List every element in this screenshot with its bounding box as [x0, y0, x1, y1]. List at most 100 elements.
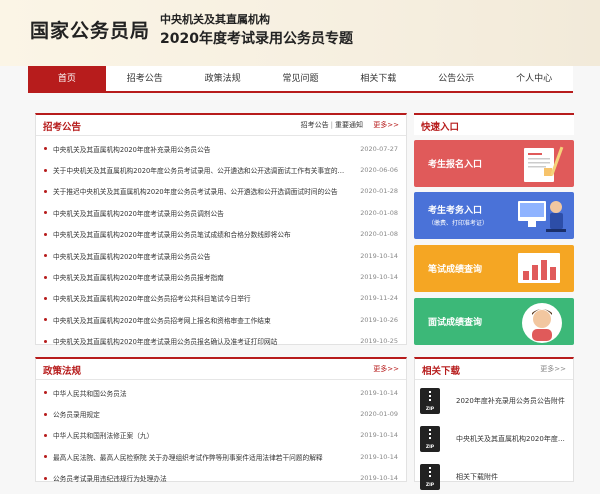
list-item-date: 2020-06-06 [360, 166, 398, 175]
bullet-dot [44, 232, 47, 236]
bullet-dot [44, 275, 47, 279]
nav-home[interactable]: 首页 [28, 66, 106, 91]
zip-file-icon: ZIP [420, 426, 440, 452]
list-item[interactable]: 公务员考试录用违纪违规行为处理办法 2019-10-14 [44, 468, 398, 489]
list-item-date: 2020-01-09 [360, 410, 398, 419]
list-item-date: 2020-01-08 [360, 208, 398, 217]
list-item-title[interactable]: 中华人民共和国公务员法 [53, 388, 350, 398]
exam-affairs-entry-label: 考生考务入口 [428, 206, 483, 216]
bullet-dot [44, 339, 47, 343]
policy-more-link[interactable]: 更多>> [373, 365, 399, 373]
written-score-query-button[interactable]: 笔试成绩查询 [414, 245, 574, 292]
policy-panel: 政策法规 更多>> 中华人民共和国公务员法 2019-10-14 公务员录用规定 20… [35, 357, 407, 483]
list-item-title[interactable]: 中央机关及其直属机构2020年度考试录用公务员笔试成绩和合格分数线即将公布 [53, 229, 350, 239]
header-subtitle-topic: 2020年度考试录用公务员专题 [160, 31, 353, 47]
bullet-dot [44, 391, 47, 395]
list-item-title[interactable]: 中央机关及其直属机构2020年度考试录用公务员报名确认及准考证打印网站 [53, 336, 350, 346]
list-item[interactable]: 公务员录用规定 2020-01-09 [44, 403, 398, 424]
list-item[interactable]: 中央机关及其直属机构2020年度公务员招考网上报名和资格审查工作结束 2019-1… [44, 309, 398, 330]
list-item-title[interactable]: 关于中央机关及其直属机构2020年度公务员考试录用、公开遴选和公开选调面试工作有… [53, 165, 350, 175]
announcements-more-link[interactable]: 更多>> [373, 121, 399, 129]
list-item-date: 2019-10-14 [360, 431, 398, 440]
downloads-title: 相关下载 [422, 366, 461, 377]
list-item[interactable]: 关于中央机关及其直属机构2020年度公务员考试录用、公开遴选和公开选调面试工作有… [44, 159, 398, 180]
list-item-title[interactable]: 关于推迟中央机关及其直属机构2020年度公务员考试录用、公开遴选和公开选调面试时… [53, 186, 350, 196]
list-item[interactable]: 关于推迟中央机关及其直属机构2020年度公务员考试录用、公开遴选和公开选调面试时… [44, 181, 398, 202]
site-logo[interactable]: 国家公务员局 [30, 16, 150, 43]
announcements-panel: 招考公告 招考公告 | 重要通知 更多>> 中央机关及其直属机构2020年度补充录用… [35, 113, 407, 346]
downloads-more-link[interactable]: 更多>> [540, 365, 566, 373]
bullet-dot [44, 147, 47, 151]
bullet-dot [44, 296, 47, 300]
quick-entry-panel: 快速入口 [414, 113, 574, 135]
interview-score-query-label: 面试成绩查询 [428, 318, 483, 328]
download-item[interactable]: ZIP 相关下载附件 [420, 460, 570, 494]
list-item[interactable]: 中央机关及其直属机构2020年度考试录用公务员报名确认及准考证打印网站 2019-… [44, 331, 398, 352]
exam-affairs-entry-button[interactable]: 考生考务入口 （缴费、打印准考证） [414, 192, 574, 239]
list-item-title[interactable]: 中央机关及其直属机构2020年度补充录用公务员公告 [53, 144, 350, 154]
list-item-title[interactable]: 中央机关及其直属机构2020年度公务员招考网上报名和资格审查工作结束 [53, 315, 350, 325]
zip-file-icon: ZIP [420, 388, 440, 414]
bullet-dot [44, 168, 47, 172]
important-notice-link[interactable]: 重要通知 [335, 121, 363, 129]
computer-user-icon [518, 201, 566, 232]
bullet-dot [44, 211, 47, 215]
list-item[interactable]: 中央机关及其直属机构2020年度公务员招考公共科目笔试今日举行 2019-11-2… [44, 288, 398, 309]
list-item[interactable]: 中央机关及其直属机构2020年度考试录用公务员笔试成绩和合格分数线即将公布 202… [44, 224, 398, 245]
registration-entry-button[interactable]: 考生报名入口 [414, 140, 574, 187]
list-item[interactable]: 中央机关及其直属机构2020年度考试录用公务员公告 2019-10-14 [44, 245, 398, 266]
nav-policies[interactable]: 政策法规 [184, 66, 262, 91]
nav-downloads[interactable]: 相关下载 [339, 66, 417, 91]
list-item-title[interactable]: 公务员录用规定 [53, 409, 350, 419]
nav-faq[interactable]: 常见问题 [262, 66, 340, 91]
list-item[interactable]: 中华人民共和国公务员法 2019-10-14 [44, 382, 398, 403]
list-item[interactable]: 最高人民法院、最高人民检察院 关于办理组织考试作弊等刑事案件适用法律若干问题的解… [44, 446, 398, 467]
nav-notices[interactable]: 公告公示 [417, 66, 495, 91]
main-nav: 首页 招考公告 政策法规 常见问题 相关下载 公告公示 个人中心 [28, 66, 573, 93]
bullet-dot [44, 318, 47, 322]
list-item[interactable]: 中央机关及其直属机构2020年度考试录用公务员报考指南 2019-10-14 [44, 266, 398, 287]
list-item-date: 2019-10-14 [360, 474, 398, 483]
list-item-title[interactable]: 最高人民法院、最高人民检察院 关于办理组织考试作弊等刑事案件适用法律若干问题的解… [53, 452, 350, 462]
download-item[interactable]: ZIP 2020年度补充录用公务员公告附件 [420, 384, 570, 418]
announcements-list: 中央机关及其直属机构2020年度补充录用公务员公告 2020-07-27 关于中央机… [36, 136, 406, 352]
list-item-date: 2020-01-08 [360, 230, 398, 239]
list-item-date: 2019-10-14 [360, 452, 398, 461]
policy-title: 政策法规 [43, 366, 82, 377]
quick-entry-title: 快速入口 [421, 122, 460, 133]
list-item-title[interactable]: 中央机关及其直属机构2020年度考试录用公务员报考指南 [53, 272, 350, 282]
list-item-date: 2019-10-25 [360, 337, 398, 346]
bullet-dot [44, 412, 47, 416]
list-item-date: 2020-01-28 [360, 187, 398, 196]
bar-chart-icon [518, 253, 560, 283]
list-item-title[interactable]: 中央机关及其直属机构2020年度公务员招考公共科目笔试今日举行 [53, 293, 350, 303]
page-header: 国家公务员局 中央机关及其直属机构 2020年度考试录用公务员专题 [0, 0, 600, 66]
written-score-query-label: 笔试成绩查询 [428, 265, 483, 275]
nav-announcements[interactable]: 招考公告 [106, 66, 184, 91]
list-item[interactable]: 中华人民共和国刑法修正案（九） 2019-10-14 [44, 425, 398, 446]
zip-file-icon: ZIP [420, 464, 440, 490]
policy-list: 中华人民共和国公务员法 2019-10-14 公务员录用规定 2020-01-09 中华… [36, 380, 406, 489]
bullet-dot [44, 476, 47, 480]
download-item[interactable]: ZIP 中央机关及其直属机构2020年度考试录用公务员职位表 [420, 422, 570, 456]
header-subtitle-org: 中央机关及其直属机构 [160, 13, 270, 26]
nav-personal-center[interactable]: 个人中心 [495, 66, 573, 91]
bullet-dot [44, 254, 47, 258]
list-item-date: 2019-10-26 [360, 315, 398, 324]
list-item-title[interactable]: 公务员考试录用违纪违规行为处理办法 [53, 473, 350, 483]
list-item-title[interactable]: 中央机关及其直属机构2020年度考试录用公务员公告 [53, 251, 350, 261]
list-item-date: 2019-10-14 [360, 251, 398, 260]
interview-score-query-button[interactable]: 面试成绩查询 [414, 298, 574, 345]
announcements-link[interactable]: 招考公告 [301, 121, 329, 129]
list-item-title[interactable]: 中央机关及其直属机构2020年度考试录用公务员调剂公告 [53, 208, 350, 218]
list-item[interactable]: 中央机关及其直属机构2020年度考试录用公务员调剂公告 2020-01-08 [44, 202, 398, 223]
list-item-date: 2019-10-14 [360, 273, 398, 282]
list-item-date: 2020-07-27 [360, 144, 398, 153]
bullet-dot [44, 455, 47, 459]
announcements-title: 招考公告 [43, 122, 82, 133]
list-item-title[interactable]: 中华人民共和国刑法修正案（九） [53, 430, 350, 440]
registration-entry-label: 考生报名入口 [428, 160, 483, 170]
form-document-icon [524, 146, 564, 182]
list-item-date: 2019-11-24 [360, 294, 398, 303]
list-item[interactable]: 中央机关及其直属机构2020年度补充录用公务员公告 2020-07-27 [44, 138, 398, 159]
